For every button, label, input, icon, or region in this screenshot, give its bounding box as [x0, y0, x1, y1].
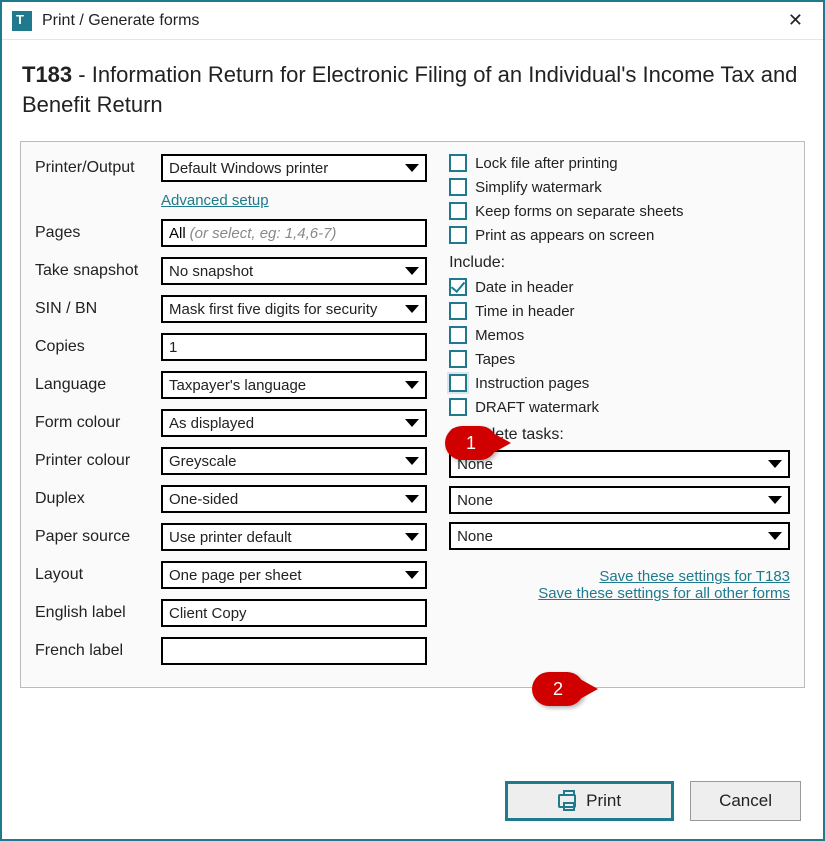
- form-title: - Information Return for Electronic Fili…: [22, 62, 797, 117]
- dialog-footer: Print Cancel: [505, 781, 801, 821]
- form-code: T183: [22, 62, 72, 87]
- complete-task-1-select[interactable]: None: [449, 450, 790, 478]
- chevron-down-icon: [405, 419, 419, 427]
- paper-source-select[interactable]: Use printer default: [161, 523, 427, 551]
- window-title: Print / Generate forms: [42, 12, 778, 30]
- chevron-down-icon: [768, 460, 782, 468]
- printer-output-value: Default Windows printer: [169, 160, 328, 177]
- pages-label: Pages: [35, 224, 161, 242]
- chevron-down-icon: [405, 533, 419, 541]
- complete-task-3-value: None: [457, 528, 493, 545]
- layout-label: Layout: [35, 566, 161, 584]
- cancel-button[interactable]: Cancel: [690, 781, 801, 821]
- simplify-watermark-label: Simplify watermark: [475, 179, 602, 196]
- annotation-callout-2: 2: [532, 672, 584, 706]
- duplex-select[interactable]: One-sided: [161, 485, 427, 513]
- copies-input[interactable]: 1: [161, 333, 427, 361]
- include-section-label: Include:: [449, 254, 790, 272]
- memos-checkbox[interactable]: [449, 326, 467, 344]
- annotation-callout-1: 1: [445, 426, 497, 460]
- memos-label: Memos: [475, 327, 524, 344]
- pages-input[interactable]: All (or select, eg: 1,4,6-7): [161, 219, 427, 247]
- complete-task-2-select[interactable]: None: [449, 486, 790, 514]
- print-as-appears-label: Print as appears on screen: [475, 227, 654, 244]
- english-label-input[interactable]: Client Copy: [161, 599, 427, 627]
- form-colour-select[interactable]: As displayed: [161, 409, 427, 437]
- close-button[interactable]: ✕: [778, 6, 813, 35]
- cancel-button-label: Cancel: [719, 791, 772, 811]
- printer-output-label: Printer/Output: [35, 159, 161, 177]
- snapshot-value: No snapshot: [169, 263, 253, 280]
- paper-source-label: Paper source: [35, 528, 161, 546]
- snapshot-label: Take snapshot: [35, 262, 161, 280]
- simplify-watermark-checkbox[interactable]: [449, 178, 467, 196]
- separate-sheets-label: Keep forms on separate sheets: [475, 203, 683, 220]
- french-label-input[interactable]: [161, 637, 427, 665]
- sin-bn-label: SIN / BN: [35, 300, 161, 318]
- chevron-down-icon: [405, 305, 419, 313]
- printer-icon: [558, 794, 576, 808]
- chevron-down-icon: [405, 164, 419, 172]
- dialog-print-generate-forms: Print / Generate forms ✕ T183 - Informat…: [0, 0, 825, 841]
- language-label: Language: [35, 376, 161, 394]
- form-colour-label: Form colour: [35, 414, 161, 432]
- settings-panel: Printer/Output Default Windows printer A…: [20, 141, 805, 688]
- date-in-header-checkbox[interactable]: [449, 278, 467, 296]
- save-settings-all-forms-link[interactable]: Save these settings for all other forms: [538, 585, 790, 602]
- draft-watermark-label: DRAFT watermark: [475, 399, 599, 416]
- separate-sheets-checkbox[interactable]: [449, 202, 467, 220]
- draft-watermark-checkbox[interactable]: [449, 398, 467, 416]
- chevron-down-icon: [405, 457, 419, 465]
- sin-bn-value: Mask first five digits for security: [169, 301, 377, 318]
- printer-colour-label: Printer colour: [35, 452, 161, 470]
- language-select[interactable]: Taxpayer's language: [161, 371, 427, 399]
- chevron-down-icon: [768, 496, 782, 504]
- snapshot-select[interactable]: No snapshot: [161, 257, 427, 285]
- lock-file-checkbox[interactable]: [449, 154, 467, 172]
- time-in-header-checkbox[interactable]: [449, 302, 467, 320]
- form-colour-value: As displayed: [169, 415, 254, 432]
- lock-file-label: Lock file after printing: [475, 155, 618, 172]
- printer-colour-select[interactable]: Greyscale: [161, 447, 427, 475]
- advanced-setup-link[interactable]: Advanced setup: [161, 192, 269, 209]
- tapes-checkbox[interactable]: [449, 350, 467, 368]
- instruction-pages-checkbox[interactable]: [449, 374, 467, 392]
- copies-value: 1: [169, 339, 177, 356]
- pages-placeholder: (or select, eg: 1,4,6-7): [190, 225, 337, 242]
- chevron-down-icon: [405, 381, 419, 389]
- duplex-label: Duplex: [35, 490, 161, 508]
- paper-source-value: Use printer default: [169, 529, 292, 546]
- instruction-pages-label: Instruction pages: [475, 375, 589, 392]
- copies-label: Copies: [35, 338, 161, 356]
- printer-output-select[interactable]: Default Windows printer: [161, 154, 427, 182]
- time-in-header-label: Time in header: [475, 303, 575, 320]
- language-value: Taxpayer's language: [169, 377, 306, 394]
- chevron-down-icon: [405, 571, 419, 579]
- right-column: Lock file after printing Simplify waterm…: [449, 154, 790, 675]
- chevron-down-icon: [768, 532, 782, 540]
- dialog-header: T183 - Information Return for Electronic…: [2, 40, 823, 129]
- english-label-label: English label: [35, 604, 161, 622]
- french-label-label: French label: [35, 642, 161, 660]
- left-column: Printer/Output Default Windows printer A…: [35, 154, 427, 675]
- pages-value: All: [169, 225, 186, 242]
- app-icon: [12, 11, 32, 31]
- chevron-down-icon: [405, 495, 419, 503]
- titlebar: Print / Generate forms ✕: [2, 2, 823, 40]
- chevron-down-icon: [405, 267, 419, 275]
- complete-task-2-value: None: [457, 492, 493, 509]
- duplex-value: One-sided: [169, 491, 238, 508]
- english-label-value: Client Copy: [169, 605, 247, 622]
- printer-colour-value: Greyscale: [169, 453, 237, 470]
- layout-value: One page per sheet: [169, 567, 302, 584]
- date-in-header-label: Date in header: [475, 279, 573, 296]
- print-button-label: Print: [586, 791, 621, 811]
- sin-bn-select[interactable]: Mask first five digits for security: [161, 295, 427, 323]
- complete-task-3-select[interactable]: None: [449, 522, 790, 550]
- print-button[interactable]: Print: [505, 781, 674, 821]
- tapes-label: Tapes: [475, 351, 515, 368]
- layout-select[interactable]: One page per sheet: [161, 561, 427, 589]
- save-settings-t183-link[interactable]: Save these settings for T183: [599, 568, 790, 585]
- print-as-appears-checkbox[interactable]: [449, 226, 467, 244]
